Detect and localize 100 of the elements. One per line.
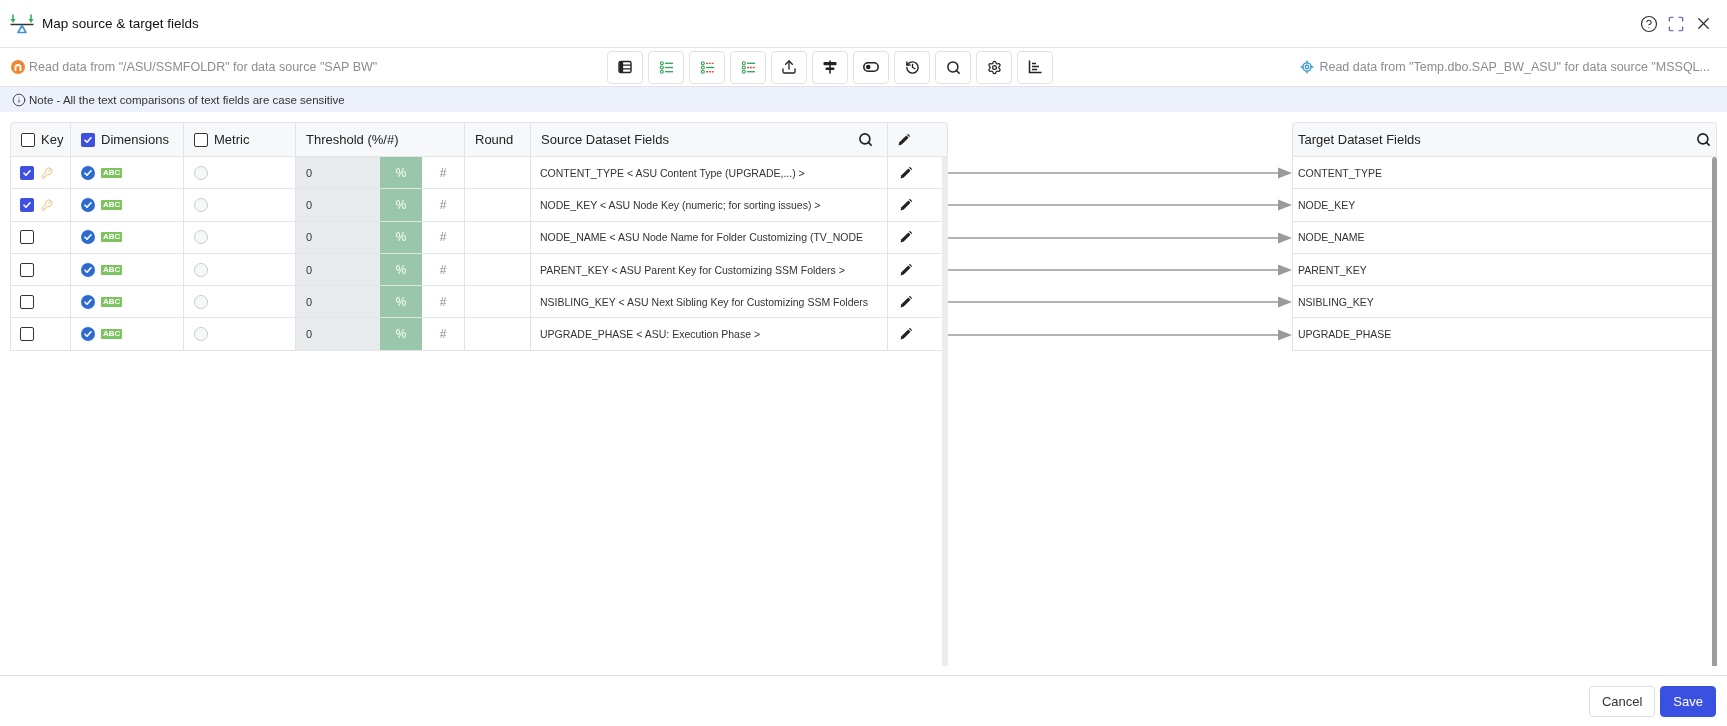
threshold-field[interactable]: 0 — [296, 189, 380, 221]
scrollbar-thumb[interactable] — [1712, 157, 1717, 666]
key-icon — [41, 198, 53, 211]
toolbar-button[interactable] — [976, 50, 1012, 84]
toolbar-button[interactable] — [607, 50, 643, 84]
checkmark-icon — [83, 264, 93, 275]
target-field-name: NODE_KEY — [1298, 198, 1356, 211]
checkmark-icon — [83, 296, 93, 307]
column-header: Metric — [214, 132, 250, 147]
checkbox[interactable] — [20, 230, 34, 245]
radio-button[interactable] — [194, 294, 208, 309]
dimension-toggle[interactable] — [81, 294, 95, 309]
target-field-name: NODE_NAME — [1298, 231, 1365, 244]
pencil-icon[interactable] — [900, 231, 912, 244]
source-field-name: NSIBLING_KEY < ASU Next Sibling Key for Customizing SSM Folders — [540, 295, 869, 308]
checkbox[interactable] — [194, 132, 208, 147]
list-compare-icon — [699, 59, 715, 75]
data-type-tag: ABC — [101, 167, 123, 178]
checkmark-icon — [83, 329, 93, 340]
pencil-icon[interactable] — [898, 133, 910, 146]
pencil-icon[interactable] — [900, 295, 912, 308]
threshold-field[interactable]: 0 — [296, 253, 380, 286]
source-info-text: Read data from "/ASU/SSMFOLDR" for data source "SAP BW" — [29, 60, 378, 74]
toolbar-button[interactable] — [812, 50, 848, 84]
source-field-name: PARENT_KEY < ASU Parent Key for Customizing SSM Folders > — [540, 263, 845, 276]
fullscreen-icon[interactable] — [1667, 14, 1685, 33]
search-icon[interactable] — [1696, 132, 1711, 147]
dimension-toggle[interactable] — [81, 262, 95, 277]
column-header: Round — [475, 132, 514, 147]
data-type-tag: ABC — [101, 264, 123, 275]
target-field-name: PARENT_KEY — [1298, 263, 1367, 276]
info-icon — [12, 92, 26, 107]
source-field-name: CONTENT_TYPE < ASU Content Type (UPGRADE,...) > — [540, 166, 805, 179]
pencil-icon[interactable] — [900, 328, 912, 341]
history-icon — [904, 59, 920, 75]
settings-icon — [986, 59, 1002, 75]
data-type-tag: ABC — [101, 199, 123, 210]
balance-icon — [10, 13, 34, 34]
data-type-tag: ABC — [101, 296, 123, 307]
column-header: Threshold (%/#) — [306, 132, 399, 147]
pencil-icon[interactable] — [900, 198, 912, 211]
align-icon — [823, 60, 837, 74]
threshold-field[interactable]: 0 — [296, 286, 380, 318]
checkbox[interactable] — [81, 132, 95, 147]
table-icon — [618, 60, 632, 74]
toolbar-button[interactable] — [894, 50, 930, 84]
column-header: Source Dataset Fields — [541, 132, 669, 147]
target-field-name: UPGRADE_PHASE — [1298, 328, 1392, 341]
crosshair-icon — [1300, 60, 1315, 74]
radio-button[interactable] — [194, 327, 208, 342]
threshold-field[interactable]: 0 — [296, 318, 380, 350]
checkbox[interactable] — [20, 262, 34, 277]
target-field-name: CONTENT_TYPE — [1298, 166, 1382, 179]
source-field-name: NODE_KEY < ASU Node Key (numeric; for sorting issues) > — [540, 198, 821, 211]
checkbox[interactable] — [20, 327, 34, 342]
save-button[interactable]: Save — [1660, 685, 1716, 717]
threshold-field[interactable]: 0 — [296, 221, 380, 253]
dimension-toggle[interactable] — [81, 165, 95, 180]
target-field-name: NSIBLING_KEY — [1298, 295, 1374, 308]
arch-icon — [11, 60, 25, 74]
checkbox[interactable] — [21, 132, 35, 147]
radio-button[interactable] — [194, 230, 208, 245]
key-icon — [41, 166, 53, 179]
list-icon — [658, 59, 674, 75]
search-icon[interactable] — [858, 132, 873, 147]
target-info-text: Read data from "Temp.dbo.SAP_BW_ASU" for data source "MSSQL... — [1319, 60, 1710, 74]
column-header: Target Dataset Fields — [1298, 132, 1421, 147]
threshold-field[interactable]: 0 — [296, 157, 380, 189]
pencil-icon[interactable] — [900, 166, 912, 179]
pencil-icon[interactable] — [900, 263, 912, 276]
window-title: Map source & target fields — [42, 16, 199, 31]
checkmark-icon — [83, 167, 93, 178]
radio-button[interactable] — [194, 262, 208, 277]
column-header: Key — [41, 132, 64, 147]
cancel-button[interactable]: Cancel — [1588, 685, 1656, 717]
bar-chart-icon — [1028, 60, 1042, 74]
checkbox[interactable] — [20, 294, 34, 309]
upload-icon — [781, 59, 797, 75]
source-field-name: NODE_NAME < ASU Node Name for Folder Customizing (TV_NODE — [540, 231, 863, 244]
dimension-toggle[interactable] — [81, 327, 95, 342]
checkmark-icon — [22, 199, 32, 210]
radio-button[interactable] — [194, 197, 208, 212]
checkmark-icon — [83, 134, 93, 145]
toolbar-button[interactable] — [1017, 50, 1053, 84]
search-icon — [945, 59, 961, 75]
checkmark-icon — [83, 199, 93, 210]
checkbox[interactable] — [20, 165, 34, 180]
dimension-toggle[interactable] — [81, 197, 95, 212]
scrollbar-track[interactable] — [942, 157, 948, 666]
checkbox[interactable] — [20, 197, 34, 212]
note-text: Note - All the text comparisons of text fields are case sensitive — [29, 93, 345, 106]
data-type-tag: ABC — [101, 329, 123, 340]
toolbar-button[interactable] — [853, 50, 889, 84]
radio-button[interactable] — [194, 165, 208, 180]
help-icon[interactable] — [1640, 14, 1658, 33]
source-field-name: UPGRADE_PHASE < ASU: Execution Phase > — [540, 328, 761, 341]
toolbar-button[interactable] — [935, 50, 971, 84]
dimension-toggle[interactable] — [81, 230, 95, 245]
checkmark-icon — [22, 167, 32, 178]
toolbar-button[interactable] — [771, 50, 807, 84]
